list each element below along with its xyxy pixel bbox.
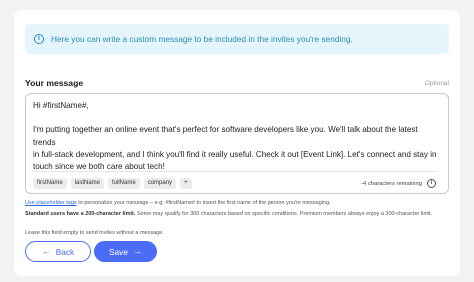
save-label: Save	[109, 246, 128, 257]
info-text: Here you can write a custom message to b…	[51, 34, 353, 44]
help-line1-text: to personalize your message – e.g. #firs…	[76, 200, 331, 206]
message-text[interactable]: Hi #firstName#, I'm putting together an …	[33, 100, 441, 173]
placeholder-tags-link[interactable]: Use placeholder tags	[25, 200, 77, 206]
message-textarea[interactable]: Hi #firstName#, I'm putting together an …	[25, 93, 449, 194]
help-limit: Standard users have a 200-character limi…	[25, 211, 455, 218]
info-banner: i Here you can write a custom message to…	[25, 24, 449, 54]
tag-firstname[interactable]: firstName	[33, 178, 67, 189]
help-limit-bold: Standard users have a 200-character limi…	[25, 211, 136, 217]
invite-message-card: i Here you can write a custom message to…	[14, 10, 460, 276]
add-tag-button[interactable]: +	[180, 178, 192, 189]
arrow-right-icon: →	[132, 246, 142, 256]
info-icon: i	[34, 34, 44, 44]
tag-lastname[interactable]: lastName	[70, 178, 105, 189]
character-counter: -4 characters remaining i	[361, 179, 436, 188]
help-placeholder: Use placeholder tags to personalize your…	[25, 200, 455, 207]
remaining-text: -4 characters remaining	[361, 180, 422, 187]
message-label-row: Your message Optional	[25, 77, 449, 89]
textarea-divider	[33, 171, 438, 172]
info-circle-icon[interactable]: i	[427, 179, 436, 188]
optional-label: Optional	[424, 79, 449, 87]
arrow-left-icon: ←	[41, 246, 51, 256]
help-limit-text: Some may qualify for 300 characters base…	[135, 211, 433, 217]
back-label: Back	[55, 246, 75, 257]
tag-fullname[interactable]: fullName	[108, 178, 140, 189]
placeholder-tags: firstName lastName fullName company +	[33, 178, 192, 189]
tag-company[interactable]: company	[143, 178, 177, 189]
save-button[interactable]: Save →	[94, 241, 157, 262]
message-label: Your message	[25, 78, 84, 88]
back-button[interactable]: ← Back	[25, 241, 91, 262]
help-empty: Leave this field empty to send invites w…	[25, 230, 164, 236]
